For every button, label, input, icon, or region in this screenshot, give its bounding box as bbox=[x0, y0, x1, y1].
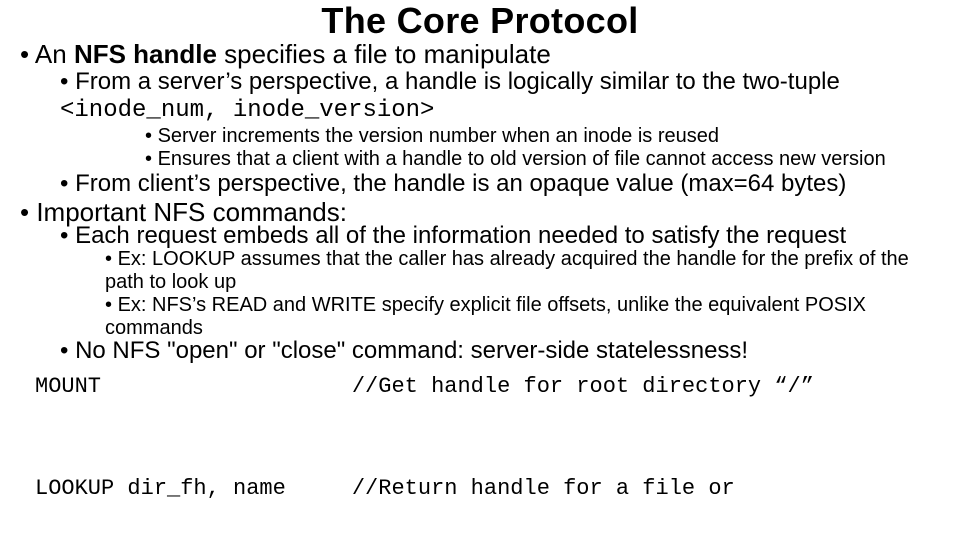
bullet-server-perspective: From a server’s perspective, a handle is… bbox=[60, 69, 940, 171]
code-lookup: LOOKUP dir_fh, name bbox=[35, 476, 286, 501]
bullet-ex-read-write: Ex: NFS’s READ and WRITE specify explici… bbox=[105, 294, 940, 340]
bullet-client-perspective: From client’s perspective, the handle is… bbox=[60, 171, 940, 198]
text: specifies a file to manipulate bbox=[217, 39, 551, 69]
code-mount: MOUNT bbox=[35, 374, 101, 399]
bullet-list: An NFS handle specifies a file to manipu… bbox=[20, 40, 940, 227]
bullet-each-request: Each request embeds all of the informati… bbox=[60, 223, 940, 250]
bullet-version-increment: Server increments the version number whe… bbox=[145, 125, 940, 148]
bullet-list-lower: Each request embeds all of the informati… bbox=[20, 223, 940, 250]
code-mount-comment: //Get handle for root directory “/” bbox=[352, 374, 814, 399]
slide-title: The Core Protocol bbox=[20, 2, 940, 40]
slide: The Core Protocol An NFS handle specifie… bbox=[0, 2, 960, 540]
bullet-nfs-handle: An NFS handle specifies a file to manipu… bbox=[20, 40, 940, 198]
bullet-no-open-close: No NFS "open" or "close" command: server… bbox=[60, 338, 940, 365]
code-inline: <inode_num, inode_version> bbox=[60, 97, 434, 124]
bullet-list-lower2: No NFS "open" or "close" command: server… bbox=[20, 338, 940, 365]
text: An bbox=[35, 39, 74, 69]
text-bold: NFS handle bbox=[74, 39, 217, 69]
text: From a server’s perspective, a handle is… bbox=[75, 68, 840, 95]
bullet-list-lower-sub: Ex: LOOKUP assumes that the caller has a… bbox=[20, 248, 940, 340]
bullet-ex-lookup: Ex: LOOKUP assumes that the caller has a… bbox=[105, 248, 940, 294]
code-lookup-comment: //Return handle for a file or bbox=[352, 476, 735, 501]
bullet-old-version: Ensures that a client with a handle to o… bbox=[145, 148, 940, 171]
